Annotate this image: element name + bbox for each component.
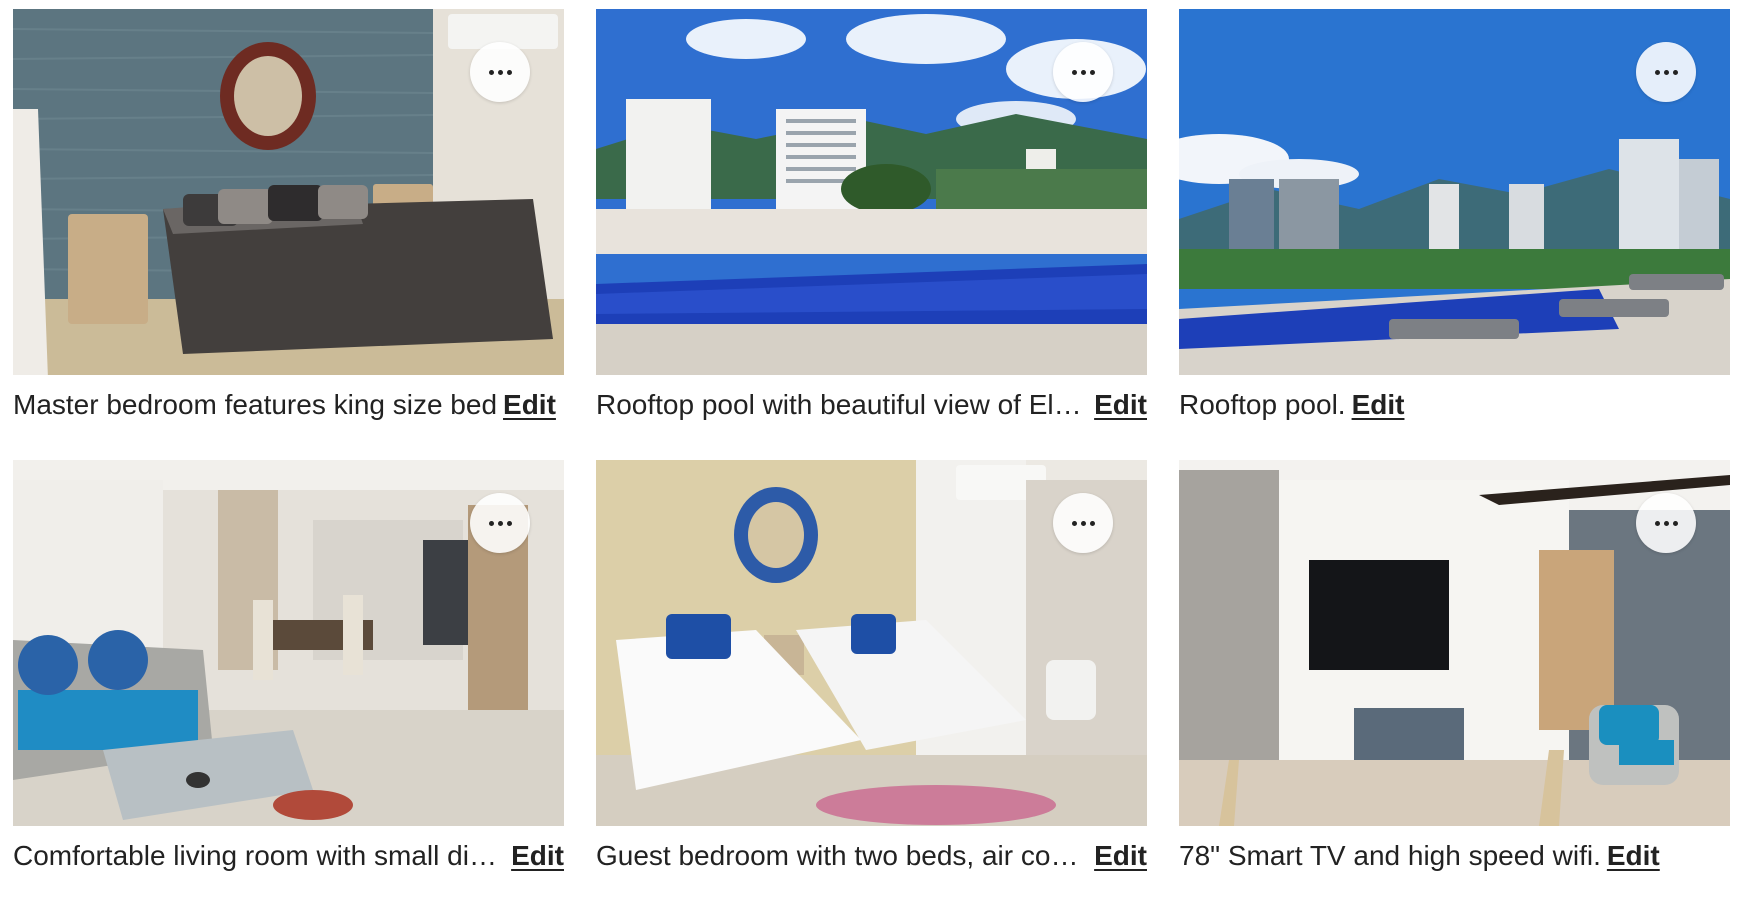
photo-card: 78" Smart TV and high speed wifi. Edit [1179,460,1730,911]
photo-caption: Rooftop pool. Edit [1179,385,1730,425]
ellipsis-icon [488,520,512,526]
ellipsis-icon [1071,69,1095,75]
ellipsis-icon [1654,69,1678,75]
more-options-button[interactable] [470,493,530,553]
edit-caption-link[interactable]: Edit [511,836,564,876]
edit-caption-link[interactable]: Edit [1607,836,1660,876]
more-options-button[interactable] [470,42,530,102]
caption-text: Rooftop pool. [1179,389,1346,420]
edit-caption-link[interactable]: Edit [1094,836,1147,876]
more-options-button[interactable] [1053,493,1113,553]
ellipsis-icon [488,69,512,75]
photo-rooftop-pool[interactable] [1179,9,1730,375]
photo-card: Master bedroom features king size bed Ed… [13,9,564,460]
ellipsis-icon [1071,520,1095,526]
photo-grid: Master bedroom features king size bed Ed… [13,9,1730,911]
edit-caption-link[interactable]: Edit [1352,385,1405,425]
photo-caption: Comfortable living room with small dinin… [13,836,564,876]
caption-text: Comfortable living room with small dinin… [13,840,506,871]
photo-caption: 78" Smart TV and high speed wifi. Edit [1179,836,1730,876]
photo-card: Comfortable living room with small dinin… [13,460,564,911]
photo-tv-room[interactable] [1179,460,1730,826]
photo-living-room[interactable] [13,460,564,826]
caption-text: Guest bedroom with two beds, air conditi… [596,840,1088,871]
photo-rooftop-pool-view[interactable] [596,9,1147,375]
ellipsis-icon [1654,520,1678,526]
more-options-button[interactable] [1636,493,1696,553]
caption-text: Rooftop pool with beautiful view of El R… [596,389,1088,420]
more-options-button[interactable] [1636,42,1696,102]
edit-caption-link[interactable]: Edit [503,385,556,425]
photo-card: Rooftop pool. Edit [1179,9,1730,460]
edit-caption-link[interactable]: Edit [1094,385,1147,425]
photo-card: Rooftop pool with beautiful view of El R… [596,9,1147,460]
more-options-button[interactable] [1053,42,1113,102]
photo-guest-bedroom[interactable] [596,460,1147,826]
photo-master-bedroom[interactable] [13,9,564,375]
photo-caption: Rooftop pool with beautiful view of El R… [596,385,1147,425]
photo-caption: Guest bedroom with two beds, air conditi… [596,836,1147,876]
caption-text: Master bedroom features king size bed [13,389,498,420]
photo-card: Guest bedroom with two beds, air conditi… [596,460,1147,911]
photo-caption: Master bedroom features king size bed Ed… [13,385,564,425]
caption-text: 78" Smart TV and high speed wifi. [1179,840,1601,871]
